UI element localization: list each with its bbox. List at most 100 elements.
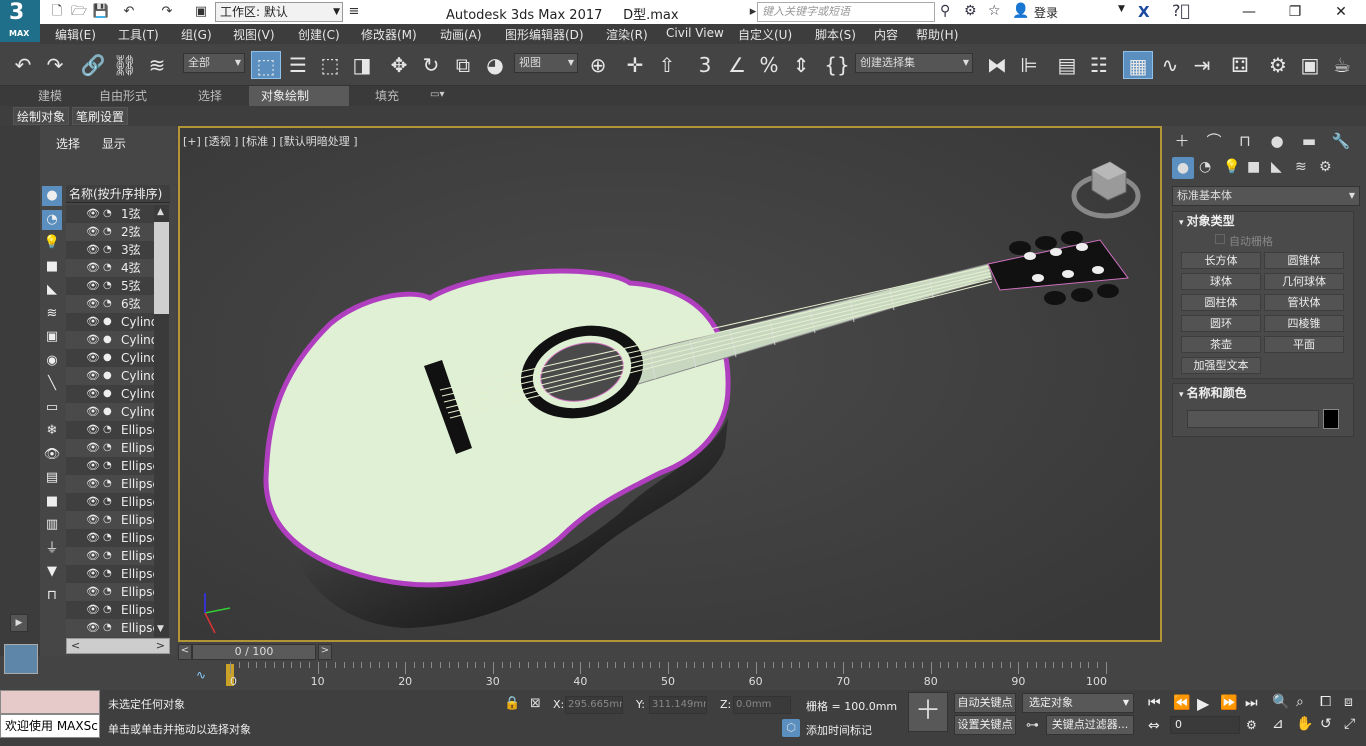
spacewarp-filter-icon[interactable]: ≋: [42, 304, 62, 324]
viewport-layout-icon[interactable]: [4, 644, 38, 674]
angle-snap-icon[interactable]: ∠: [722, 51, 752, 79]
next-frame-icon[interactable]: ⏩: [1220, 695, 1237, 711]
list-item[interactable]: 👁● Cylind: [66, 331, 154, 349]
ribbon-toggle-icon[interactable]: ▦: [1123, 51, 1153, 79]
minimize-icon[interactable]: —: [1226, 0, 1272, 24]
zoom-all-icon[interactable]: ⌕: [1296, 694, 1304, 710]
perspective-viewport[interactable]: [178, 126, 1162, 642]
play-icon[interactable]: ▶: [1197, 694, 1209, 713]
visibility-eye-icon[interactable]: 👁: [86, 547, 100, 565]
list-item[interactable]: 👁◔ Ellipse: [66, 529, 154, 547]
visibility-eye-icon[interactable]: 👁: [86, 421, 100, 439]
add-time-tag[interactable]: 添加时间标记: [806, 722, 872, 738]
orbit-icon[interactable]: ↺: [1320, 716, 1332, 732]
tab-populate[interactable]: 填充: [363, 86, 411, 106]
filter-all-icon[interactable]: ⏚: [42, 539, 62, 559]
geometry-icon[interactable]: ●: [1172, 157, 1194, 179]
helper-filter-icon[interactable]: ◣: [42, 280, 62, 300]
list-item[interactable]: 👁◔ Ellipse: [66, 421, 154, 439]
display-tab-icon[interactable]: ▬: [1296, 130, 1322, 152]
go-to-end-icon[interactable]: ⏭: [1245, 695, 1258, 711]
visibility-eye-icon[interactable]: 👁: [86, 367, 100, 385]
cone-button[interactable]: 圆锥体: [1264, 252, 1344, 269]
search-input[interactable]: 键入关键字或短语: [757, 2, 935, 22]
list-item[interactable]: 👁● Cylind: [66, 313, 154, 331]
redo-icon[interactable]: ↷: [158, 3, 176, 21]
maxscript-listener[interactable]: 欢迎使用 MAXSc: [0, 714, 100, 738]
visibility-eye-icon[interactable]: 👁: [86, 439, 100, 457]
visibility-eye-icon[interactable]: 👁: [86, 205, 100, 223]
list-item[interactable]: 👁◔ Ellipse: [66, 511, 154, 529]
select-manipulate-icon[interactable]: ✛: [620, 51, 650, 79]
geometry-filter-icon[interactable]: ●: [42, 186, 62, 206]
zoom-icon[interactable]: 🔍: [1272, 694, 1289, 710]
list-item[interactable]: 👁◔ Ellipse: [66, 475, 154, 493]
helpers-icon[interactable]: ◣: [1271, 159, 1282, 175]
container-filter-icon[interactable]: ▭: [42, 398, 62, 418]
list-item[interactable]: 👁 ◔ 2弦: [66, 223, 154, 241]
zoom-extents-all-icon[interactable]: ⧈: [1344, 694, 1353, 710]
named-selection-set-dropdown[interactable]: 创建选择集 ▼: [855, 53, 973, 73]
list-item[interactable]: 👁 ◔ 6弦: [66, 295, 154, 313]
tab-selection[interactable]: 选择: [186, 86, 234, 106]
list-item[interactable]: 👁◔ Ellipse: [66, 457, 154, 475]
ribbon-options-icon[interactable]: ▭▾: [430, 89, 444, 100]
shape-filter-icon[interactable]: ◔: [42, 209, 62, 230]
render-setup-icon[interactable]: ⚙: [1263, 51, 1293, 79]
visibility-eye-icon[interactable]: 👁: [86, 475, 100, 493]
snaps-toggle-icon[interactable]: 3: [690, 51, 720, 79]
mirror-icon[interactable]: ⧓: [982, 51, 1012, 79]
layer-icon[interactable]: ⊓: [42, 586, 62, 606]
list-item[interactable]: 👁 ◔ 3弦: [66, 241, 154, 259]
absolute-mode-icon[interactable]: ⊠: [530, 696, 541, 711]
create-tab-icon[interactable]: ＋: [1169, 130, 1195, 152]
pivot-center-icon[interactable]: ⊕: [583, 51, 613, 79]
undo-icon[interactable]: ↶: [120, 3, 138, 21]
list-item[interactable]: 👁◔ Ellipse: [66, 619, 154, 637]
maximize-viewport-icon[interactable]: ⤢: [1344, 716, 1355, 732]
scene-horizontal-scrollbar[interactable]: < >: [66, 638, 170, 654]
list-view-icon[interactable]: ▤: [42, 468, 62, 488]
scroll-down-icon[interactable]: ▼: [157, 624, 164, 634]
time-config-icon[interactable]: ⚙: [1246, 718, 1257, 732]
visibility-eye-icon[interactable]: 👁: [86, 331, 100, 349]
schematic-view-icon[interactable]: ⚃: [1225, 51, 1255, 79]
list-item[interactable]: 👁● Cylind: [66, 349, 154, 367]
visibility-eye-icon[interactable]: 👁: [86, 511, 100, 529]
scene-tab-select[interactable]: 选择: [56, 137, 80, 151]
move-icon[interactable]: ✥: [384, 51, 414, 79]
hierarchy-tab-icon[interactable]: ⊓: [1232, 130, 1258, 152]
key-mode-dropdown[interactable]: 选定对象 ▼: [1022, 693, 1134, 713]
visibility-eye-icon[interactable]: 👁: [86, 565, 100, 583]
selection-region-icon[interactable]: ⬚: [315, 51, 345, 79]
select-object-icon[interactable]: ⬚: [251, 51, 281, 79]
exchange-icon[interactable]: X: [1138, 3, 1150, 21]
torus-button[interactable]: 圆环: [1181, 315, 1261, 332]
primitive-category-dropdown[interactable]: 标准基本体 ▼: [1172, 186, 1360, 206]
tab-freeform[interactable]: 自由形式: [87, 86, 159, 106]
scroll-up-icon[interactable]: ▲: [157, 207, 164, 217]
open-file-icon[interactable]: 🗁: [70, 3, 88, 21]
subscription-icon[interactable]: ⚙: [964, 3, 977, 19]
visibility-eye-icon[interactable]: 👁: [86, 403, 100, 421]
motion-tab-icon[interactable]: ●: [1264, 130, 1290, 152]
x-coordinate-field[interactable]: 295.665mm: [565, 696, 623, 714]
visibility-eye-icon[interactable]: 👁: [86, 241, 100, 259]
user-icon[interactable]: 👤: [1012, 3, 1029, 19]
favorites-star-icon[interactable]: ☆: [988, 3, 1001, 19]
window-crossing-icon[interactable]: ◨: [347, 51, 377, 79]
camera-filter-icon[interactable]: ■: [42, 257, 62, 277]
y-coordinate-field[interactable]: 311.149mm: [649, 696, 707, 714]
geosphere-button[interactable]: 几何球体: [1264, 273, 1344, 290]
autogrid-checkbox[interactable]: [1215, 234, 1225, 244]
set-key-button[interactable]: 设置关键点: [954, 715, 1016, 735]
list-item[interactable]: 👁◔ Ellipse: [66, 565, 154, 583]
rendered-frame-icon[interactable]: ▣: [1295, 51, 1325, 79]
scale-icon[interactable]: ⧉: [448, 51, 478, 79]
bind-spacewarp-icon[interactable]: ≋: [142, 51, 172, 79]
pyramid-button[interactable]: 四棱锥: [1264, 315, 1344, 332]
visibility-eye-icon[interactable]: 👁: [86, 493, 100, 511]
align-icon[interactable]: ⊫: [1014, 51, 1044, 79]
menu-graph-editors[interactable]: 图形编辑器(D): [505, 26, 584, 43]
list-item[interactable]: 👁● Cylind: [66, 403, 154, 421]
